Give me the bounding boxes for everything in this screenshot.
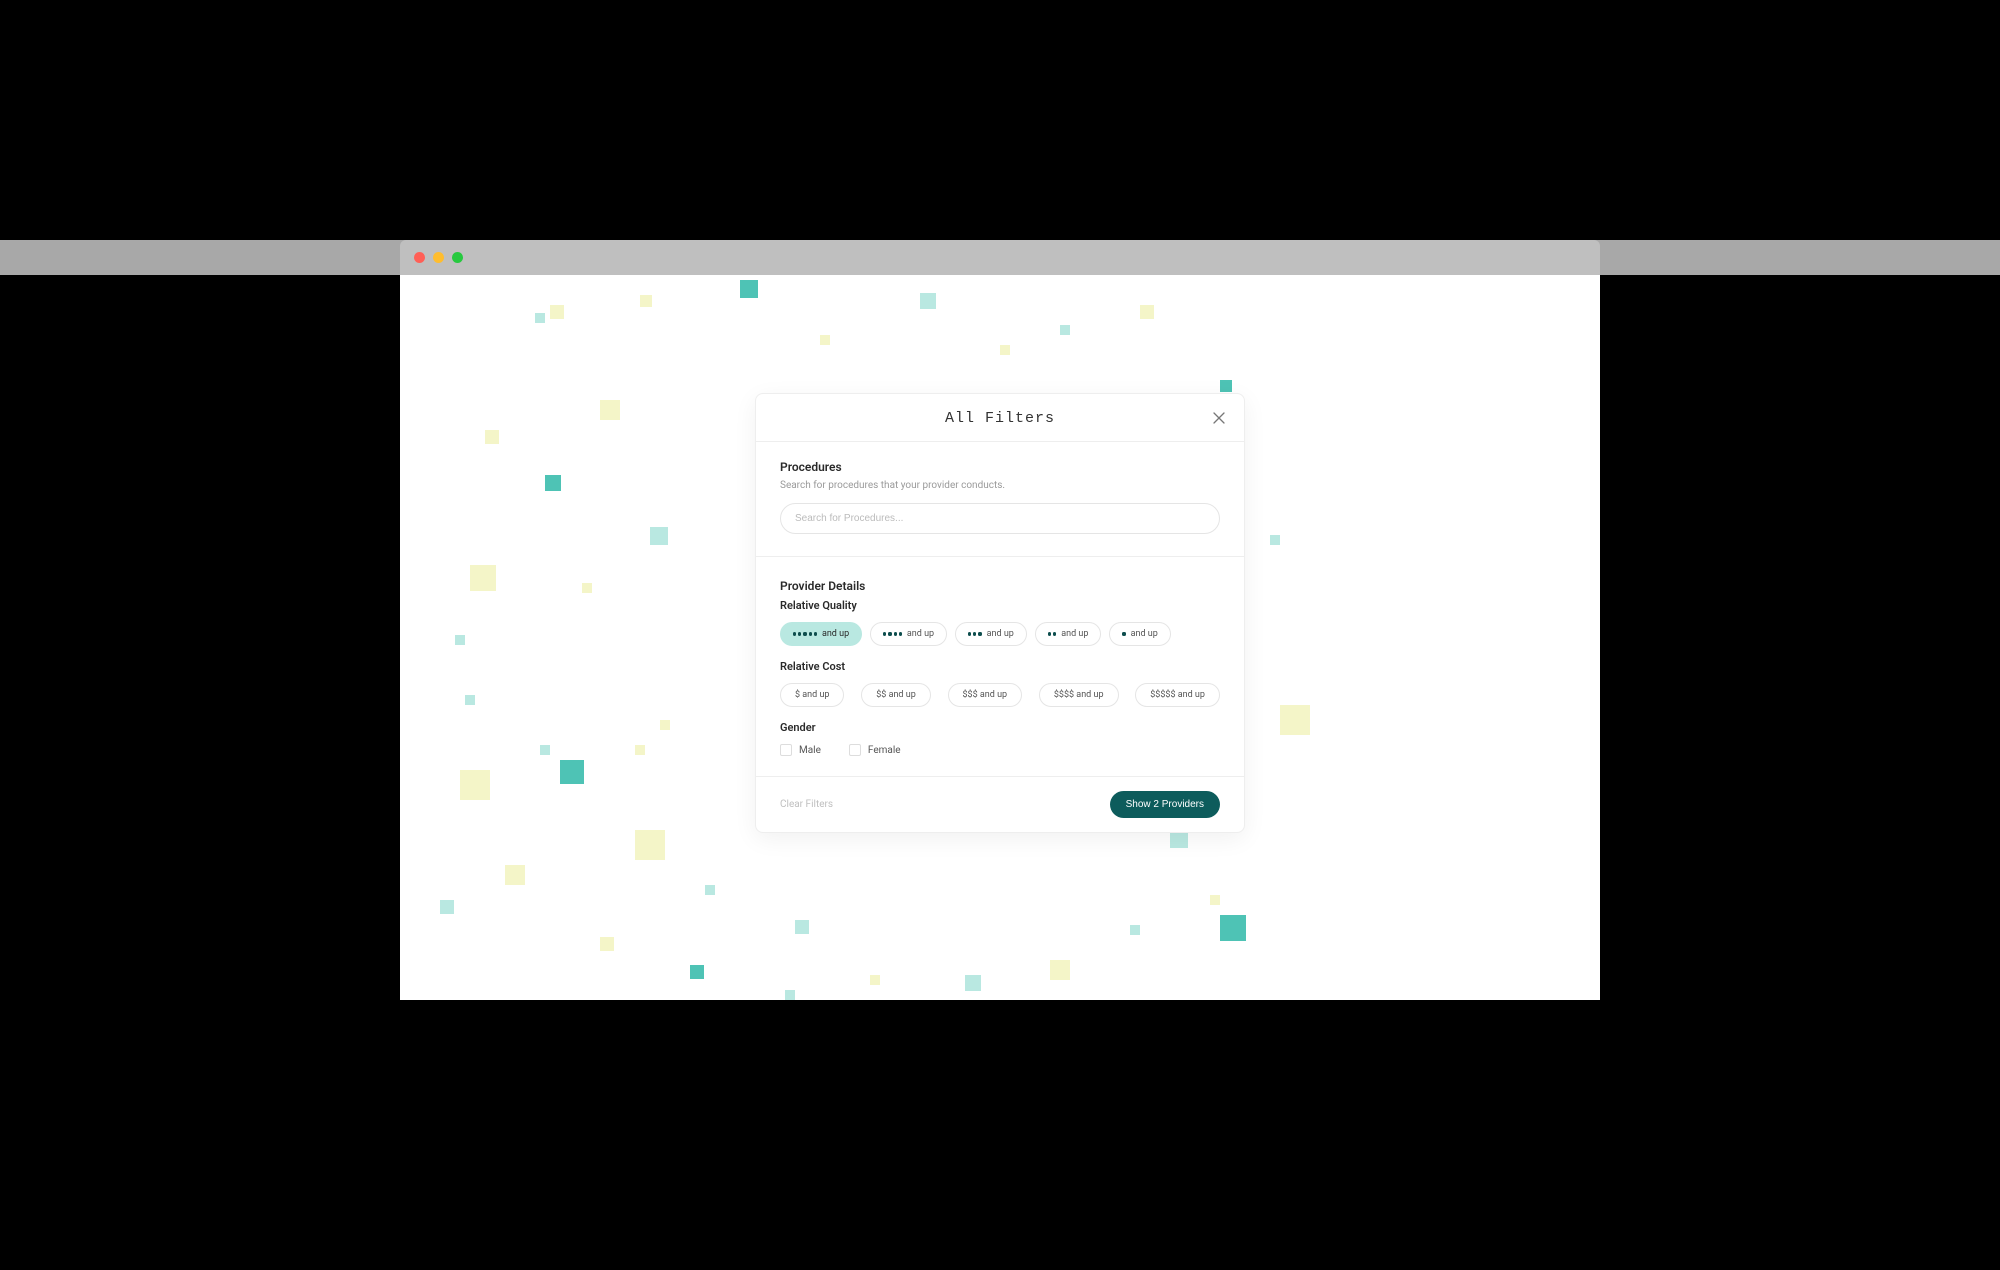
quality-chip-2[interactable]: and up bbox=[1035, 622, 1102, 646]
close-icon bbox=[1213, 412, 1225, 424]
section-divider bbox=[756, 556, 1244, 557]
window-minimize-icon[interactable] bbox=[433, 252, 444, 263]
page-content: All Filters Procedures Search for proced… bbox=[400, 275, 1600, 1000]
quality-dots-icon bbox=[1048, 632, 1056, 635]
quality-chip-label: and up bbox=[1061, 629, 1088, 639]
relative-quality-label: Relative Quality bbox=[780, 599, 1220, 612]
quality-chip-label: and up bbox=[907, 629, 934, 639]
modal-title: All Filters bbox=[756, 410, 1244, 427]
quality-chip-label: and up bbox=[1131, 629, 1158, 639]
cost-chip-1[interactable]: $ and up bbox=[780, 683, 844, 707]
quality-dots-icon bbox=[883, 632, 902, 635]
quality-chip-label: and up bbox=[822, 629, 849, 639]
close-button[interactable] bbox=[1212, 411, 1226, 425]
provider-details-heading: Provider Details bbox=[780, 579, 1220, 593]
cost-chip-2[interactable]: $$ and up bbox=[861, 683, 931, 707]
checkbox-label: Male bbox=[799, 745, 821, 756]
quality-chip-label: and up bbox=[987, 629, 1014, 639]
browser-titlebar bbox=[400, 240, 1600, 275]
gender-label: Gender bbox=[780, 721, 1220, 734]
filters-modal: All Filters Procedures Search for proced… bbox=[755, 393, 1245, 833]
window-maximize-icon[interactable] bbox=[452, 252, 463, 263]
gender-checkbox-female[interactable]: Female bbox=[849, 744, 901, 756]
quality-dots-icon bbox=[1122, 632, 1125, 635]
checkbox-icon bbox=[780, 744, 792, 756]
relative-cost-row: $ and up $$ and up $$$ and up $$$$ and up $$… bbox=[780, 683, 1220, 707]
quality-chip-3[interactable]: and up bbox=[955, 622, 1027, 646]
relative-cost-label: Relative Cost bbox=[780, 660, 1220, 673]
gender-checkbox-male[interactable]: Male bbox=[780, 744, 821, 756]
procedures-heading: Procedures bbox=[780, 460, 1220, 474]
cost-chip-3[interactable]: $$$ and up bbox=[948, 683, 1023, 707]
quality-chip-4[interactable]: and up bbox=[870, 622, 947, 646]
quality-chip-1[interactable]: and up bbox=[1109, 622, 1170, 646]
checkbox-icon bbox=[849, 744, 861, 756]
quality-dots-icon bbox=[968, 632, 982, 635]
modal-footer: Clear Filters Show 2 Providers bbox=[756, 776, 1244, 832]
cost-chip-5[interactable]: $$$$$ and up bbox=[1135, 683, 1220, 707]
modal-header: All Filters bbox=[756, 394, 1244, 442]
quality-chip-5[interactable]: and up bbox=[780, 622, 862, 646]
clear-filters-button[interactable]: Clear Filters bbox=[780, 799, 833, 810]
procedures-description: Search for procedures that your provider… bbox=[780, 480, 1220, 491]
procedures-search-input[interactable] bbox=[780, 503, 1220, 534]
quality-dots-icon bbox=[793, 632, 817, 635]
relative-quality-row: and up and up and up and up and up bbox=[780, 622, 1220, 646]
checkbox-label: Female bbox=[868, 745, 901, 756]
show-providers-button[interactable]: Show 2 Providers bbox=[1110, 791, 1220, 818]
gender-row: Male Female bbox=[780, 744, 1220, 756]
cost-chip-4[interactable]: $$$$ and up bbox=[1039, 683, 1119, 707]
window-close-icon[interactable] bbox=[414, 252, 425, 263]
